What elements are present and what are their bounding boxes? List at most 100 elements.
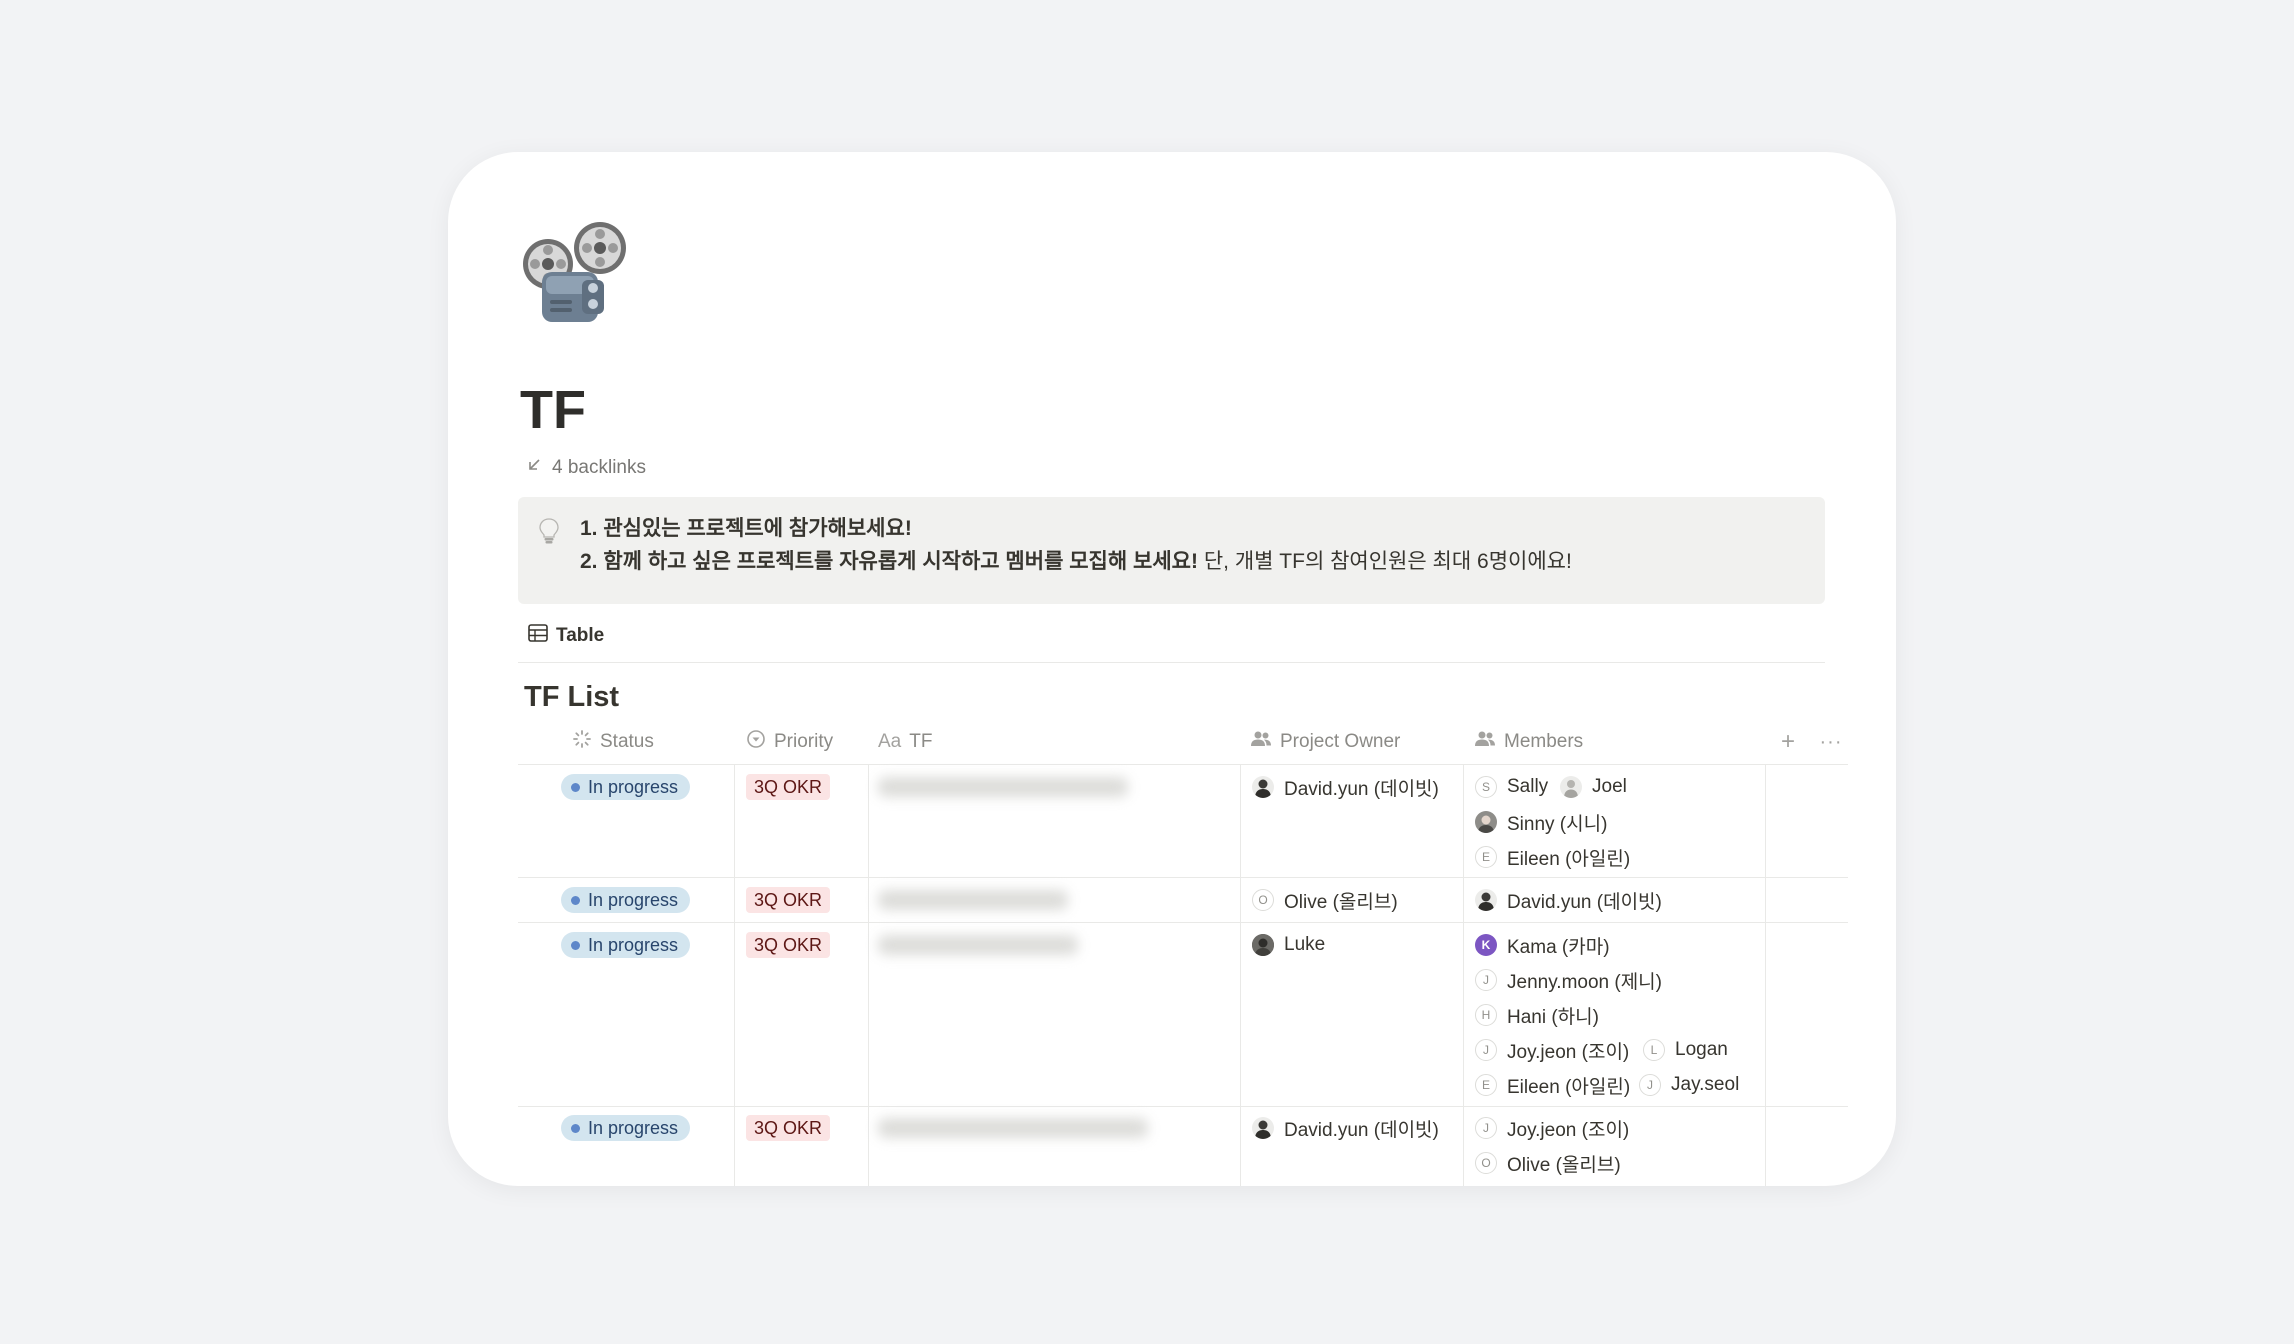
tf-name-blurred[interactable] [878,1118,1148,1138]
row-divider [518,877,1848,878]
member-person[interactable]: L Logan [1643,1036,1728,1064]
person-name: David.yun (데이빗) [1284,778,1439,800]
owner-person[interactable]: David.yun (데이빗) [1252,1114,1439,1142]
member-person[interactable]: E Eileen (아일린) [1475,843,1630,871]
page-card: TF 4 backlinks 1. 관심있는 프로젝트에 참가해보세요! 2. … [448,152,1896,1186]
avatar [1252,1117,1274,1139]
person-name: Jay.seol [1671,1074,1740,1095]
status-label: In progress [588,889,679,910]
view-tab-table[interactable]: Table [528,622,604,650]
column-divider [1463,764,1464,1186]
status-dot [571,940,580,950]
column-header-members[interactable]: Members [1474,726,1583,758]
person-name: Joy.jeon (조이) [1507,1041,1630,1063]
callout-line-2-bold: 2. 함께 하고 싶은 프로젝트를 자유롭게 시작하고 멤버를 모집해 보세요! [580,550,1198,573]
avatar: J [1639,1074,1661,1096]
view-tab-label: Table [556,625,605,646]
column-header-label: Priority [774,731,834,752]
status-label: In progress [588,1117,679,1138]
status-label: In progress [588,776,679,797]
member-person[interactable]: Joel [1560,773,1627,801]
member-person[interactable]: E Eileen (아일린) [1475,1071,1630,1099]
avatar [1560,776,1582,798]
row-divider [518,922,1848,923]
avatar [1252,776,1274,798]
avatar: H [1475,1004,1497,1026]
member-person[interactable]: J Jay.seol [1639,1071,1739,1099]
backlinks-link[interactable]: 4 backlinks [526,454,646,482]
member-person[interactable]: J Joy.jeon (조이) [1475,1114,1629,1142]
priority-tag[interactable]: 3Q OKR [746,1115,831,1141]
avatar: O [1475,1152,1497,1174]
person-name: Sinny (시니) [1507,813,1608,835]
status-label: In progress [588,934,679,955]
film-projector-icon[interactable] [520,220,630,330]
people-icon [1250,730,1272,754]
member-person[interactable]: H Hani (하니) [1475,1001,1599,1029]
person-name: Sally [1507,776,1549,797]
avatar: E [1475,1074,1497,1096]
status-dot [571,782,580,792]
avatar [1475,811,1497,833]
divider [518,662,1825,663]
person-name: Joel [1592,776,1627,797]
status-tag[interactable]: In progress [561,1115,691,1141]
member-person[interactable]: Sinny (시니) [1475,808,1607,836]
database-title[interactable]: TF List [524,677,619,717]
member-person[interactable]: K Kama (카마) [1475,931,1610,959]
column-divider [1240,764,1241,1186]
status-tag[interactable]: In progress [561,932,691,958]
person-name: Hani (하니) [1507,1006,1599,1028]
avatar: O [1252,889,1274,911]
status-loader-icon [572,729,592,755]
callout-block: 1. 관심있는 프로젝트에 참가해보세요! 2. 함께 하고 싶은 프로젝트를 … [518,497,1825,604]
person-name: Eileen (아일린) [1507,848,1631,870]
owner-person[interactable]: David.yun (데이빗) [1252,773,1439,801]
column-header-label: Project Owner [1280,731,1401,752]
member-person[interactable]: J Joy.jeon (조이) [1475,1036,1629,1064]
avatar [1475,889,1497,911]
status-dot [571,895,580,905]
member-person[interactable]: O Olive (올리브) [1475,1149,1621,1177]
callout-line-2-normal: 단, 개별 TF의 참여인원은 최대 6명이에요! [1203,550,1572,573]
tf-name-blurred[interactable] [878,777,1128,797]
person-name: Jenny.moon (제니) [1507,971,1662,993]
column-header-priority[interactable]: Priority [746,726,833,758]
person-name: Eileen (아일린) [1507,1076,1631,1098]
callout-line-2: 2. 함께 하고 싶은 프로젝트를 자유롭게 시작하고 멤버를 모집해 보세요!… [580,545,1572,575]
tf-name-blurred[interactable] [878,890,1068,910]
column-header-status[interactable]: Status [572,726,654,758]
avatar: L [1643,1039,1665,1061]
table-icon [528,624,548,648]
avatar [1252,934,1274,956]
page-title: TF [520,380,586,440]
people-icon [1474,730,1496,754]
lightbulb-icon [536,517,562,545]
column-header-label: Members [1504,731,1584,752]
priority-tag[interactable]: 3Q OKR [746,932,831,958]
member-person[interactable]: David.yun (데이빗) [1475,886,1662,914]
member-person[interactable]: J Jenny.moon (제니) [1475,966,1662,994]
table-header-divider [518,764,1848,765]
member-person[interactable]: S Sally [1475,773,1548,801]
row-divider [518,1106,1848,1107]
avatar: J [1475,969,1497,991]
priority-tag[interactable]: 3Q OKR [746,774,831,800]
priority-tag[interactable]: 3Q OKR [746,887,831,913]
status-tag[interactable]: In progress [561,774,691,800]
status-tag[interactable]: In progress [561,887,691,913]
person-name: Olive (올리브) [1507,1154,1621,1176]
more-options-button[interactable]: ··· [1815,728,1847,756]
column-header-tf[interactable]: Aa TF [878,726,932,758]
owner-person[interactable]: Luke [1252,931,1325,959]
person-name: Luke [1284,934,1326,955]
add-column-button[interactable]: + [1774,728,1802,756]
owner-person[interactable]: O Olive (올리브) [1252,886,1398,914]
tf-name-blurred[interactable] [878,935,1078,955]
avatar: J [1475,1039,1497,1061]
person-name: Olive (올리브) [1284,891,1398,913]
column-header-project-owner[interactable]: Project Owner [1250,726,1400,758]
backlinks-label: 4 backlinks [552,457,646,478]
avatar: S [1475,776,1497,798]
person-name: Logan [1675,1039,1728,1060]
